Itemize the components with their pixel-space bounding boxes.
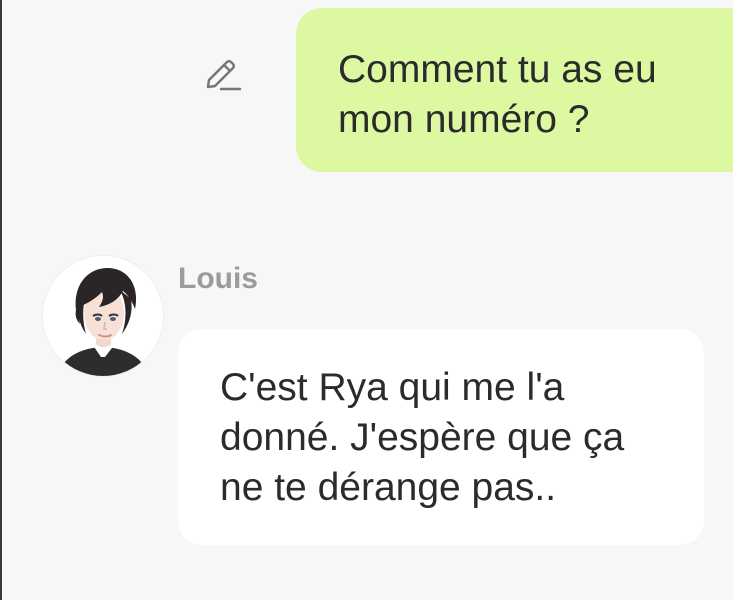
screen-edge — [0, 0, 2, 600]
pencil-icon[interactable] — [200, 56, 244, 96]
sender-avatar[interactable] — [43, 256, 163, 376]
sender-name: Louis — [178, 262, 258, 295]
incoming-message-bubble[interactable]: C'est Rya qui me l'a donné. J'espère que… — [178, 329, 704, 545]
outgoing-message-bubble[interactable]: Comment tu as eu mon numéro ? — [296, 8, 733, 172]
